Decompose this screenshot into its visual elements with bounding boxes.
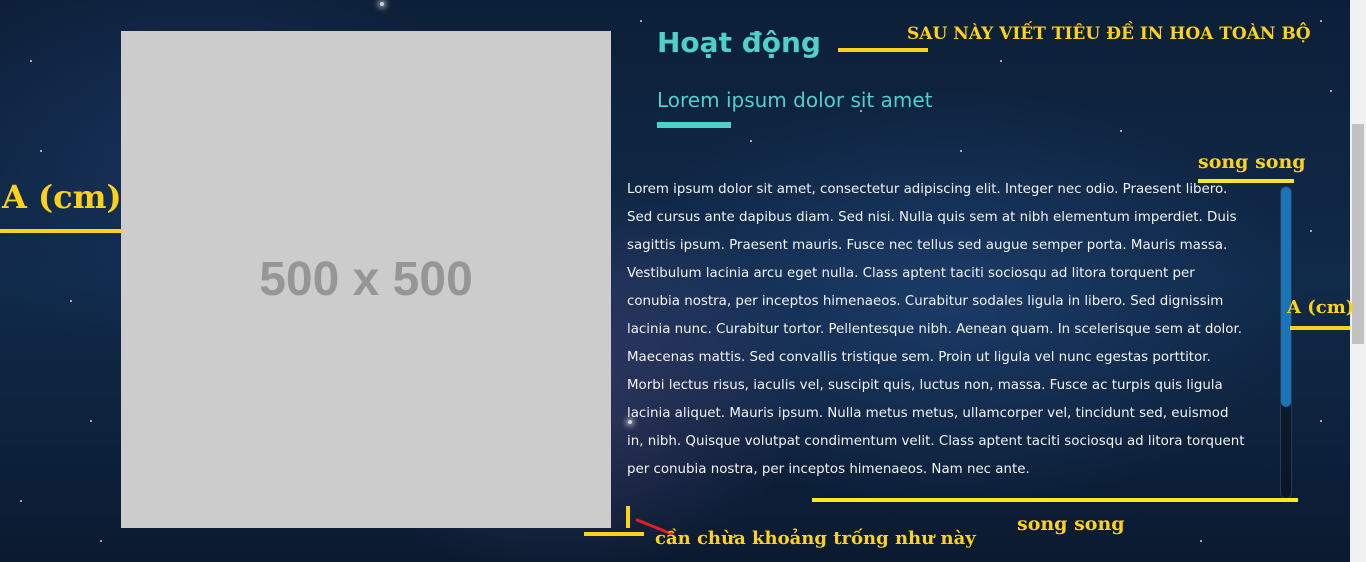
star [1320, 20, 1322, 22]
spacing-marker-vertical [626, 506, 630, 528]
star [90, 420, 92, 422]
star [1000, 60, 1002, 62]
star [70, 300, 72, 302]
title-note-line [838, 48, 928, 52]
section-title: Hoạt động [657, 26, 821, 59]
star [40, 150, 42, 152]
right-dimension-annotation: A (cm) [1287, 297, 1355, 318]
star [100, 540, 102, 542]
right-dimension-line [1290, 326, 1350, 330]
section-subtitle: Lorem ipsum dolor sit amet [657, 88, 933, 112]
spacing-marker-horizontal [584, 532, 644, 536]
image-placeholder: 500 x 500 [121, 31, 611, 528]
spacing-note-annotation: cần chừa khoảng trống như này [655, 528, 976, 549]
star [960, 150, 962, 152]
left-dimension-line [0, 229, 122, 233]
title-note-annotation: SAU NÀY VIẾT TIÊU ĐỀ IN HOA TOÀN BỘ [907, 24, 1311, 44]
star [640, 20, 642, 22]
left-dimension-annotation: A (cm) [2, 178, 122, 216]
body-paragraph: Lorem ipsum dolor sit amet, consectetur … [627, 182, 1245, 477]
star [1120, 130, 1122, 132]
placeholder-label: 500 x 500 [259, 253, 473, 306]
star [750, 140, 752, 142]
star [380, 2, 384, 6]
star [1330, 90, 1332, 92]
subtitle-underline [657, 122, 731, 128]
parallel-bottom-line [812, 498, 1298, 502]
star [30, 60, 32, 62]
star [1200, 540, 1202, 542]
star [1310, 230, 1312, 232]
star [1320, 420, 1322, 422]
star [20, 500, 22, 502]
parallel-top-line [1198, 179, 1294, 183]
parallel-bottom-annotation: song song [1017, 513, 1125, 535]
parallel-top-annotation: song song [1198, 151, 1306, 173]
